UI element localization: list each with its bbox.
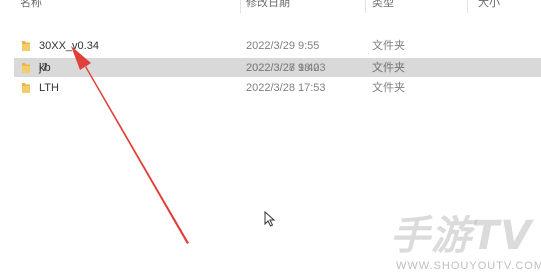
column-header-name[interactable]: 名称 — [20, 0, 42, 12]
folder-icon — [22, 83, 30, 93]
column-header-size[interactable]: 大小 — [478, 0, 500, 12]
file-type: 文件夹 — [372, 40, 405, 52]
file-row-lth[interactable]: LTH 2022/3/28 17:53 文件夹 — [14, 78, 541, 98]
file-explorer-list: 名称 修改日期 类型 大小 30XX_v0.34 2022/3/29 9:55 … — [0, 0, 541, 274]
column-header-type[interactable]: 类型 — [372, 0, 394, 12]
watermark-logo: 手游TV — [390, 213, 533, 259]
folder-icon — [22, 63, 30, 73]
column-header-date[interactable]: 修改日期 — [246, 0, 290, 12]
file-name: 30XX_v0.34 — [39, 40, 99, 52]
file-date: 2022/3/28 17:53 — [246, 82, 326, 94]
column-divider[interactable] — [240, 0, 241, 13]
mouse-cursor-icon — [264, 211, 276, 227]
column-header: 名称 修改日期 类型 大小 — [0, 0, 541, 13]
file-date: 2022/3/29 9:55 — [246, 40, 320, 52]
file-type: 文件夹 — [372, 82, 405, 94]
file-type: 文件夹 — [372, 62, 405, 74]
file-date: 2022/3/27 9:40 — [246, 62, 320, 74]
column-divider[interactable] — [365, 0, 366, 13]
column-divider[interactable] — [467, 0, 468, 13]
watermark: 手游TV WWW.SHOUYOUTV.COM — [390, 213, 541, 274]
watermark-url: WWW.SHOUYOUTV.COM — [396, 260, 541, 272]
file-row-kb[interactable]: kb 2022/3/27 9:40 文件夹 — [14, 58, 541, 78]
file-row-30xx[interactable]: 30XX_v0.34 2022/3/29 9:55 文件夹 — [14, 36, 541, 56]
file-name: kb — [39, 62, 51, 74]
folder-icon — [22, 41, 30, 51]
file-name: LTH — [39, 82, 59, 94]
